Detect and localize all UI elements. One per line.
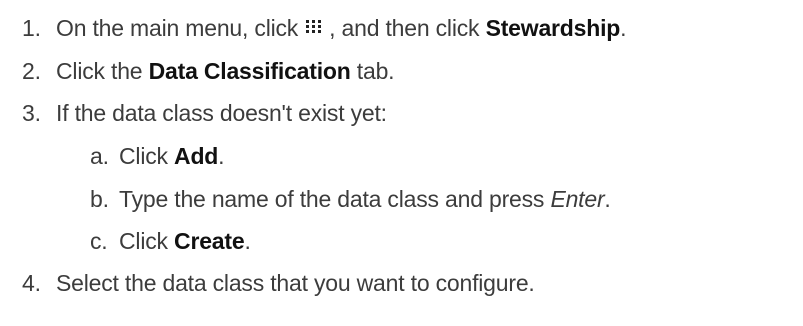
key-name: Enter [550,186,605,212]
menu-item-name: Stewardship [485,15,621,41]
tab-name: Data Classification [148,58,351,84]
step-punctuation: . [244,228,251,254]
step-text: Type the name of the data class and pres… [119,186,545,212]
step-number: 1. [22,15,41,41]
step-2: 2. Click the Data Classification tab. [0,53,395,89]
button-name: Create [174,228,245,254]
step-3: 3. If the data class doesn't exist yet: [0,95,387,131]
step-text: On the main menu, click [56,15,299,41]
step-number: 2. [22,58,41,84]
substep-c: c. Click Create. [0,223,251,259]
step-1: 1. On the main menu, click , and then cli… [0,10,627,46]
step-punctuation: . [604,186,611,212]
substep-letter: b. [90,186,109,212]
substep-a: a. Click Add. [0,138,225,174]
substep-letter: a. [90,143,109,169]
substep-b: b. Type the name of the data class and pr… [0,181,611,217]
procedure-document: 1. On the main menu, click , and then cli… [0,0,803,326]
grid-menu-icon [306,20,323,33]
step-text: Click [119,143,168,169]
step-number: 4. [22,270,41,296]
substep-letter: c. [90,228,108,254]
step-text-end: tab. [350,58,395,84]
step-punctuation: . [218,143,225,169]
step-number: 3. [22,100,41,126]
button-name: Add [174,143,219,169]
step-text: Click the [56,58,143,84]
step-text: Select the data class that you want to c… [56,270,535,296]
step-text-continuation: , and then click [329,15,480,41]
step-punctuation: . [620,15,627,41]
step-4: 4. Select the data class that you want to… [0,265,535,301]
step-text: Click [119,228,168,254]
step-text: If the data class doesn't exist yet: [56,100,387,126]
